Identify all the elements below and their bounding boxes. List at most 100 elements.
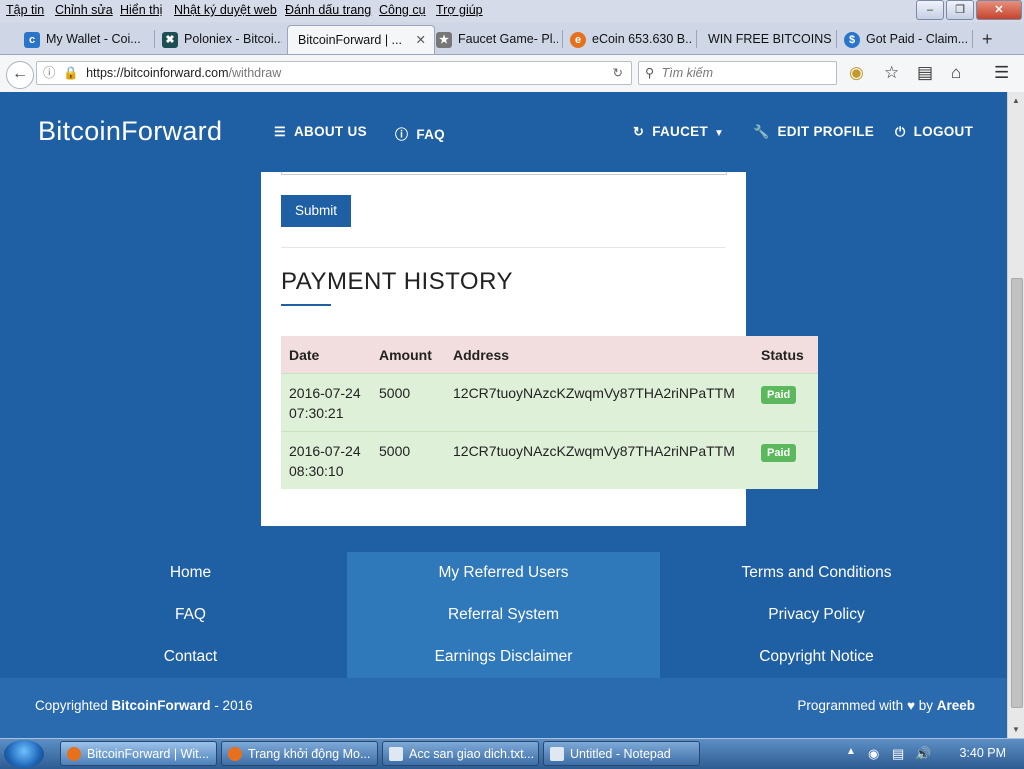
reading-list-icon[interactable]: ▤ [917, 63, 933, 83]
taskbar-item-bitcoinforward[interactable]: BitcoinForward | Wit... [60, 741, 217, 766]
network-icon[interactable]: ▤ [892, 746, 904, 762]
nav-about-us[interactable]: ☰ ABOUT US [274, 124, 367, 140]
footer-link-copyright[interactable]: Copyright Notice [660, 648, 973, 666]
status-badge: Paid [761, 444, 797, 462]
bookmark-star-icon[interactable]: ☆ [884, 63, 899, 83]
footer-link-terms[interactable]: Terms and Conditions [660, 564, 973, 582]
start-button[interactable] [4, 740, 44, 768]
tab-ecoin[interactable]: e eCoin 653.630 B... [570, 25, 692, 53]
taskbar-item-notepad[interactable]: Untitled - Notepad [543, 741, 700, 766]
column-header-status: Status [753, 336, 818, 374]
menu-tools[interactable]: Công cụ [379, 3, 426, 17]
status-cell: Paid [753, 373, 818, 432]
taskbar-item-firefox-start[interactable]: Trang khởi động Mo... [221, 741, 378, 766]
nav-logout[interactable]: ⏻ LOGOUT [895, 124, 973, 140]
menu-view[interactable]: Hiển thị [120, 3, 162, 17]
submit-button[interactable]: Submit [281, 195, 351, 227]
scroll-up-arrow-icon[interactable]: ▲ [1012, 96, 1020, 105]
tab-bitcoinforward[interactable]: BitcoinForward | ... ✕ [287, 25, 435, 54]
site-logo[interactable]: BitcoinForward [38, 116, 222, 147]
extension-icon[interactable]: ◉ [849, 63, 864, 83]
address-cell: 12CR7tuoyNAzcKZwqmVy87THA2riNPaTTM [445, 431, 753, 489]
faucet-icon: ★ [436, 31, 452, 48]
navigation-bar: ← ⓘ 🔒 https://bitcoinforward.com/withdra… [0, 55, 1024, 93]
scrollbar-thumb[interactable] [1011, 278, 1023, 708]
coinbase-icon: c [24, 31, 40, 48]
payment-history-table: Date Amount Address Status 2016-07-24 07:… [281, 336, 818, 489]
power-icon: ⏻ [895, 124, 906, 139]
menu-history[interactable]: Nhật ký duyệt web [174, 3, 277, 17]
nav-faq[interactable]: ⓘ FAQ [395, 124, 445, 143]
menu-bar: Tập tin Chỉnh sửa Hiển thị Nhật ký duyệt… [0, 0, 1024, 22]
divider [281, 247, 725, 248]
title-underline [281, 304, 331, 306]
reload-icon[interactable]: ↻ [613, 62, 623, 84]
address-input[interactable] [281, 172, 727, 175]
restore-button[interactable]: ❐ [946, 0, 974, 20]
notepad-icon [389, 747, 403, 761]
footer-link-referred-users[interactable]: My Referred Users [347, 564, 660, 582]
tray-app-icon[interactable]: ◉ [868, 746, 879, 762]
footer-link-privacy[interactable]: Privacy Policy [660, 606, 973, 624]
footer-link-contact[interactable]: Contact [34, 648, 347, 666]
search-input[interactable]: ⚲ Tìm kiếm [638, 61, 837, 85]
info-circle-icon: ⓘ [395, 127, 409, 142]
hamburger-menu-icon[interactable]: ☰ [994, 63, 1009, 83]
table-row: 2016-07-24 07:30:21 5000 12CR7tuoyNAzcKZw… [281, 373, 818, 432]
footer-column-2: My Referred Users Referral System Earnin… [347, 552, 660, 678]
site-footer: Home FAQ Contact My Referred Users Refer… [0, 552, 1007, 678]
amount-cell: 5000 [371, 373, 445, 432]
payment-history-title: PAYMENT HISTORY [281, 268, 513, 295]
address-cell: 12CR7tuoyNAzcKZwqmVy87THA2riNPaTTM [445, 373, 753, 432]
lock-icon: 🔒 [63, 66, 79, 80]
window-controls: – ❐ ✕ [916, 0, 1024, 20]
clock[interactable]: 3:40 PM [959, 746, 1006, 760]
url-bar[interactable]: ⓘ 🔒 https://bitcoinforward.com/withdraw … [36, 61, 632, 85]
table-row: 2016-07-24 08:30:10 5000 12CR7tuoyNAzcKZw… [281, 431, 818, 489]
column-header-address: Address [445, 336, 753, 374]
info-icon[interactable]: ⓘ [43, 66, 56, 80]
close-window-button[interactable]: ✕ [976, 0, 1022, 20]
column-header-date: Date [281, 336, 371, 374]
date-cell: 2016-07-24 07:30:21 [281, 373, 371, 432]
home-icon[interactable]: ⌂ [951, 63, 961, 83]
close-tab-icon[interactable]: ✕ [416, 26, 426, 54]
poloniex-icon: ✖ [162, 31, 178, 48]
column-header-amount: Amount [371, 336, 445, 374]
ecoin-icon: e [570, 31, 586, 48]
notepad-icon [550, 747, 564, 761]
taskbar-item-acc-txt[interactable]: Acc san giao dich.txt... [382, 741, 539, 766]
tab-got-paid[interactable]: $ Got Paid - Claim... [844, 25, 968, 53]
tab-faucet-game[interactable]: ★ Faucet Game- Pl... [436, 25, 558, 53]
menu-file[interactable]: Tập tin [6, 3, 44, 17]
gotpaid-icon: $ [844, 31, 860, 48]
tab-win-free-bitcoins[interactable]: WIN FREE BITCOINS [708, 25, 834, 53]
caret-down-icon: ▼ [714, 128, 725, 139]
footer-column-1: Home FAQ Contact [34, 552, 347, 678]
status-badge: Paid [761, 386, 797, 404]
url-path: /withdraw [228, 66, 282, 80]
minimize-button[interactable]: – [916, 0, 944, 20]
footer-column-3: Terms and Conditions Privacy Policy Copy… [660, 552, 973, 678]
tab-poloniex[interactable]: ✖ Poloniex - Bitcoi... [162, 25, 282, 53]
nav-faucet[interactable]: ↻ FAUCET ▼ [633, 124, 724, 140]
tab-my-wallet[interactable]: c My Wallet - Coi... [24, 25, 152, 53]
tray-expand-icon[interactable]: ▲ [846, 746, 856, 757]
back-button[interactable]: ← [6, 61, 34, 89]
nav-edit-profile[interactable]: 🔧 EDIT PROFILE [753, 124, 874, 140]
footer-link-home[interactable]: Home [34, 564, 347, 582]
footer-link-earnings-disclaimer[interactable]: Earnings Disclaimer [347, 648, 660, 666]
scroll-down-arrow-icon[interactable]: ▼ [1012, 725, 1020, 734]
footer-link-referral-system[interactable]: Referral System [347, 606, 660, 624]
volume-icon[interactable]: 🔊 [915, 746, 931, 762]
firefox-icon [67, 747, 81, 761]
list-icon: ☰ [274, 124, 286, 139]
status-cell: Paid [753, 431, 818, 489]
footer-link-faq[interactable]: FAQ [34, 606, 347, 624]
page-scrollbar[interactable]: ▲ ▼ [1007, 92, 1024, 738]
menu-bookmarks[interactable]: Đánh dấu trang [285, 3, 371, 17]
new-tab-button[interactable]: + [982, 25, 1002, 53]
menu-edit[interactable]: Chỉnh sửa [55, 3, 113, 17]
firefox-icon [228, 747, 242, 761]
menu-help[interactable]: Trợ giúp [436, 3, 483, 17]
